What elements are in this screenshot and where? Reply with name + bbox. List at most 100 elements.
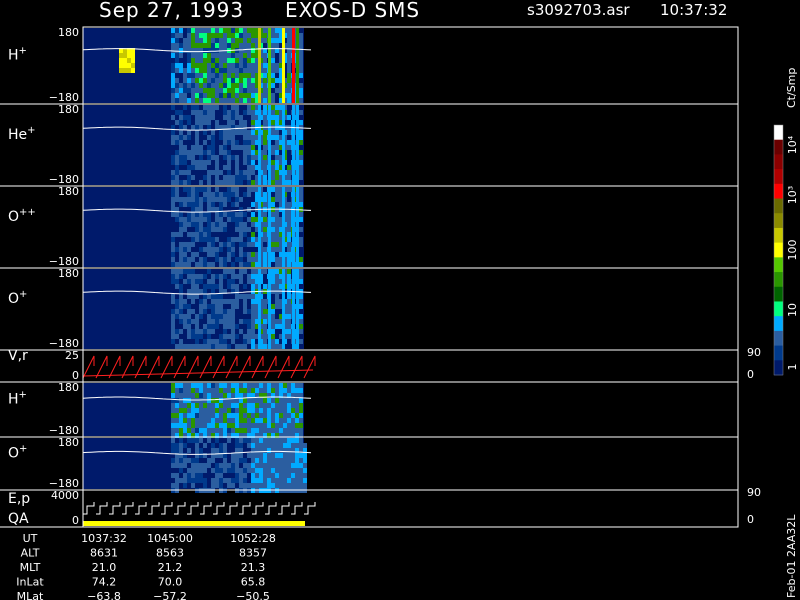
spectrogram-cell [179,344,183,349]
spectrogram-cell [231,319,235,324]
spectrogram-cell [171,247,175,252]
spectrogram-cell [195,78,199,83]
spectrogram-cell [283,423,287,428]
spectrogram-cell [263,222,267,227]
spectrogram-cell [251,140,255,145]
spectrogram-cell [191,257,195,262]
spectrogram-cell [231,468,235,473]
spectrogram-cell [203,299,207,304]
spectrogram-cell [179,478,183,483]
plot-panels: 180−180H+180−180He+180−180O++180−180O+25… [0,26,761,528]
spectrogram-cell [231,28,235,33]
spectrogram-cell [251,170,255,175]
spectrogram-cell [247,217,251,222]
spectrogram-cell [211,262,215,267]
spectrogram-cell [195,207,199,212]
panel-label: E,p [8,491,30,507]
spectrogram-cell [235,423,239,428]
spectrogram-cell [175,217,179,222]
spectrogram-cell [299,468,303,473]
spectrogram-cell [199,299,203,304]
panel-oplus2: 180−180O+ [0,436,739,493]
spectrogram-cell [199,388,203,393]
spectrogram-cell [203,237,207,242]
spectrogram-cell [215,192,219,197]
spectrogram-cell [207,93,211,98]
spectrogram-cell [183,304,187,309]
spectrogram-cell [211,324,215,329]
spectrogram-cell [243,473,247,478]
spectrogram-cell [183,170,187,175]
spectrogram-cell [171,28,175,33]
spectrogram-cell [207,252,211,257]
spectrogram-cell [183,217,187,222]
spectrogram-cell [227,257,231,262]
spectrogram-cell [239,130,243,135]
ephemeris-value: 1045:00 [147,532,193,545]
spectrogram-cell [211,408,215,413]
spectrogram-cell [239,120,243,125]
spectrogram-cell [171,324,175,329]
spectrogram-cell [223,53,227,58]
y-tick-top: 180 [58,436,79,449]
spectrogram-cell [295,423,299,428]
spectrogram-cell [215,423,219,428]
spectrogram-cell [207,458,211,463]
spectrogram-cell [279,383,283,388]
spectrogram-cell [199,314,203,319]
spectrogram-cell [203,388,207,393]
spectrogram-cell [291,428,295,433]
spectrogram-cell [195,222,199,227]
spectrogram-cell [211,170,215,175]
spectrogram-cell [271,28,275,33]
spectrogram-cell [239,115,243,120]
spectrogram-cell [183,197,187,202]
spectrogram-cell [267,463,271,468]
spectrogram-cell [187,28,191,33]
spectrogram-cell [231,299,235,304]
spectrogram-cell [291,418,295,423]
spectrogram-cell [239,222,243,227]
spectrogram-cell [251,135,255,140]
spectrogram-cell [171,242,175,247]
spectrogram-cell [211,155,215,160]
spectrogram-cell [175,262,179,267]
spectrogram-cell [231,428,235,433]
spectrogram-cell [235,428,239,433]
spectrogram-cell [271,483,275,488]
spectrogram-cell [219,88,223,93]
spectrogram-cell [183,458,187,463]
spectrogram-cell [203,403,207,408]
spectrogram-cell [219,294,223,299]
spectrogram-cell [195,319,199,324]
panel-frame [82,349,739,383]
spectrogram-cell [231,262,235,267]
spectrogram-cell [247,63,251,68]
spectrogram-cell [259,443,263,448]
spectrogram-cell [295,388,299,393]
spectrogram-cell [207,202,211,207]
spectrogram-cell [191,160,195,165]
spectrogram-cell [263,217,267,222]
spectrogram-cell [271,473,275,478]
spectrogram-cell [199,58,203,63]
spectrogram-cell [255,483,259,488]
spectrogram-cell [279,398,283,403]
spectrogram-cell [207,145,211,150]
spectrogram-cell [191,468,195,473]
spectrogram-cell [299,58,303,63]
spectrogram-cell [247,170,251,175]
colorbar-swatch [774,242,783,258]
spectrogram-cell [207,242,211,247]
spectrogram-cell [271,448,275,453]
spectrogram-cell [199,88,203,93]
spectrogram-cell [175,393,179,398]
spectrogram-cell [251,279,255,284]
spectrogram-cell [183,115,187,120]
spectrogram-cell [235,38,239,43]
spectrogram-cell [231,284,235,289]
spectrogram-cell [199,383,203,388]
spectrogram-cell [219,63,223,68]
spectrogram-cell [195,130,199,135]
spectrogram-cell [207,428,211,433]
